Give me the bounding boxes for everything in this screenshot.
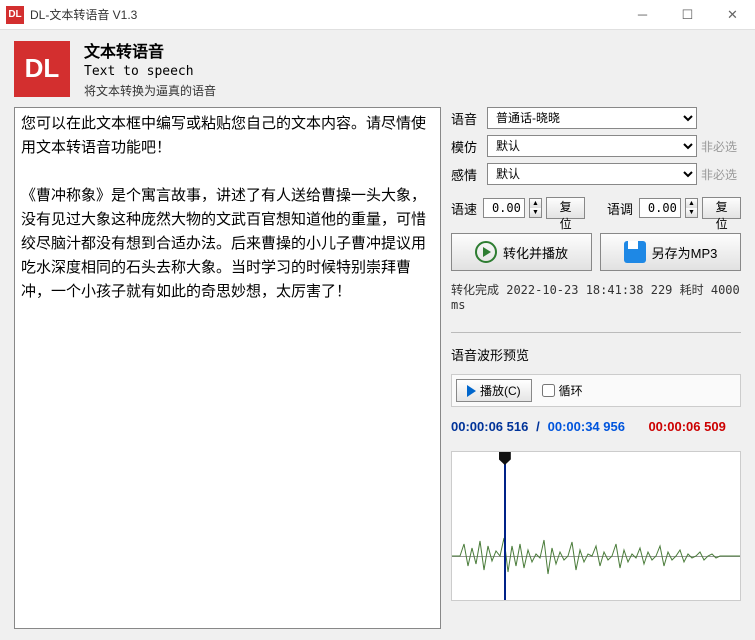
imitate-label: 模仿 [451,137,483,156]
minimize-button[interactable]: ─ [620,0,665,30]
waveform-cursor[interactable] [504,452,506,600]
titlebar: DL DL-文本转语音 V1.3 ─ ☐ ✕ [0,0,755,30]
window-title: DL-文本转语音 V1.3 [30,6,137,23]
convert-play-label: 转化并播放 [503,243,568,262]
maximize-button[interactable]: ☐ [665,0,710,30]
tone-input[interactable] [639,198,681,218]
waveform-svg [452,526,741,586]
speed-reset-button[interactable]: 复位 [546,197,585,219]
header-logo: DL [14,41,70,97]
preview-play-button[interactable]: 播放(C) [456,379,532,402]
waveform-display[interactable] [451,451,741,601]
convert-play-button[interactable]: 转化并播放 [451,233,592,271]
imitate-select[interactable]: 默认 [487,135,697,157]
close-button[interactable]: ✕ [710,0,755,30]
loop-label: 循环 [559,382,583,399]
emotion-label: 感情 [451,165,483,184]
waveform-handle[interactable] [499,451,511,465]
header-description: 将文本转换为逼真的语音 [84,82,216,99]
text-input[interactable]: 您可以在此文本框中编写或粘贴您自己的文本内容。请尽情使用文本转语音功能吧！ 《曹… [14,107,441,629]
speed-input[interactable] [483,198,525,218]
save-mp3-button[interactable]: 另存为MP3 [600,233,741,271]
voice-label: 语音 [451,109,483,128]
app-icon: DL [6,6,24,24]
optional-hint-1: 非必选 [701,138,737,155]
loop-checkbox-input[interactable] [542,384,555,397]
play-icon [467,385,476,397]
preview-play-label: 播放(C) [480,382,521,399]
tone-spinner[interactable]: ▲▼ [685,198,698,218]
status-text: 转化完成 2022-10-23 18:41:38 229 耗时 4000 ms [451,281,741,312]
header-title: 文本转语音 [84,38,216,62]
save-icon [624,241,646,263]
speed-spinner[interactable]: ▲▼ [529,198,542,218]
optional-hint-2: 非必选 [701,166,737,183]
tone-label: 语调 [607,199,635,218]
emotion-select[interactable]: 默认 [487,163,697,185]
waveform-section-label: 语音波形预览 [451,345,741,364]
time-current: 00:00:06 516 [451,419,528,434]
voice-select[interactable]: 普通话-晓晓 [487,107,697,129]
time-display: 00:00:06 516 / 00:00:34 956 00:00:06 509 [451,419,741,435]
time-mark: 00:00:06 509 [648,419,725,434]
speed-label: 语速 [451,199,479,218]
app-header: DL 文本转语音 Text to speech 将文本转换为逼真的语音 [0,30,755,107]
tone-reset-button[interactable]: 复位 [702,197,741,219]
save-mp3-label: 另存为MP3 [652,243,718,262]
loop-checkbox[interactable]: 循环 [542,382,583,399]
header-subtitle: Text to speech [84,64,216,79]
play-circle-icon [475,241,497,263]
divider [451,332,741,333]
time-total: 00:00:34 956 [548,419,625,434]
